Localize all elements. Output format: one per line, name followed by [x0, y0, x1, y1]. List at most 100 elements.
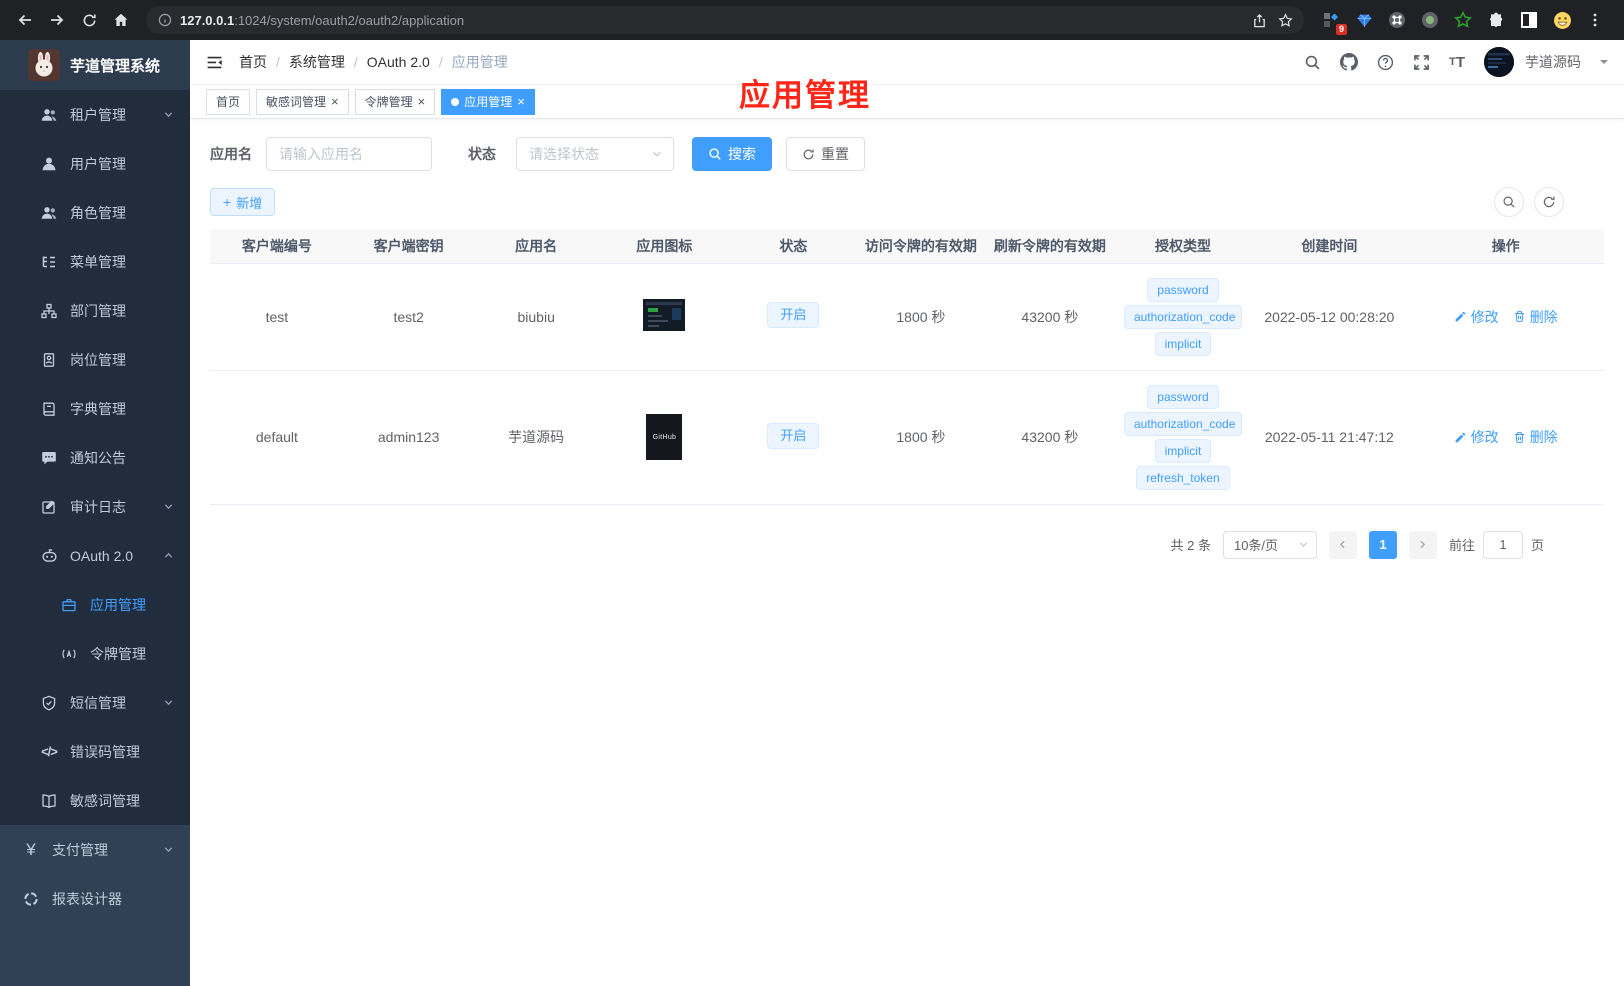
- sidebar-item-sms[interactable]: 短信管理: [0, 678, 190, 727]
- sidebar-item-label: 支付管理: [52, 841, 108, 858]
- gem-extension-icon[interactable]: [1353, 9, 1375, 31]
- chevron-down-icon: [163, 697, 174, 708]
- command-extension-icon[interactable]: [1386, 9, 1408, 31]
- cell-refresh-ttl: 43200 秒: [985, 263, 1115, 371]
- refresh-table-button[interactable]: [1534, 187, 1564, 217]
- browser-home-button[interactable]: [106, 5, 136, 35]
- delete-label: 删除: [1529, 429, 1558, 445]
- sidebar-item-tenant[interactable]: 租户管理: [0, 90, 190, 139]
- extensions-puzzle-icon[interactable]: [1485, 9, 1507, 31]
- edit-button[interactable]: 修改: [1454, 427, 1499, 447]
- sidebar-item-oauth-application[interactable]: 应用管理: [0, 580, 190, 629]
- site-info-icon[interactable]: [158, 13, 172, 27]
- grant-type-tag: password: [1147, 384, 1219, 409]
- breadcrumb-system[interactable]: 系统管理: [289, 52, 345, 72]
- tab-application[interactable]: 应用管理 ×: [441, 88, 535, 115]
- header-search-icon[interactable]: [1304, 54, 1321, 71]
- star-extension-icon[interactable]: [1452, 9, 1474, 31]
- delete-button[interactable]: 删除: [1513, 427, 1558, 447]
- goto-page-input[interactable]: [1482, 530, 1523, 559]
- tab-sensitive-word[interactable]: 敏感词管理 ×: [256, 88, 349, 115]
- page-size-select[interactable]: 10条/页: [1222, 530, 1317, 559]
- browser-reload-button[interactable]: [74, 5, 104, 35]
- breadcrumb-separator: /: [438, 54, 443, 70]
- col-app-icon: 应用图标: [598, 229, 730, 264]
- edit-button[interactable]: 修改: [1454, 307, 1499, 327]
- breadcrumb-home[interactable]: 首页: [239, 52, 267, 72]
- col-client-secret: 客户端密钥: [343, 229, 474, 264]
- red-annotation-text: 应用管理: [739, 78, 871, 113]
- sidebar-item-label: 应用管理: [90, 596, 146, 613]
- emoji-extension-icon[interactable]: [1551, 9, 1573, 31]
- tab-home[interactable]: 首页: [206, 88, 251, 115]
- sidebar-item-errcode[interactable]: </> 错误码管理: [0, 727, 190, 776]
- font-size-icon[interactable]: TT: [1449, 55, 1465, 70]
- user-avatar[interactable]: [1484, 47, 1514, 77]
- grant-type-tag: implicit: [1154, 331, 1212, 356]
- browser-menu-icon[interactable]: [1584, 9, 1606, 31]
- reset-label: 重置: [821, 146, 849, 162]
- sidebar-item-notice[interactable]: 通知公告: [0, 433, 190, 482]
- sidebar-item-menu[interactable]: 菜单管理: [0, 237, 190, 286]
- sidebar-item-audit-log[interactable]: 审计日志: [0, 482, 190, 531]
- tab-close-icon[interactable]: ×: [331, 95, 339, 108]
- app-name-input[interactable]: [266, 137, 432, 171]
- record-extension-icon[interactable]: [1419, 9, 1441, 31]
- sidebar-item-role[interactable]: 角色管理: [0, 188, 190, 237]
- browser-back-button[interactable]: [10, 5, 40, 35]
- logo[interactable]: 芋道管理系统: [0, 40, 190, 90]
- status-tag[interactable]: 开启: [767, 422, 820, 449]
- prev-page-button[interactable]: [1328, 530, 1357, 559]
- browser-forward-button[interactable]: [42, 5, 72, 35]
- github-icon[interactable]: [1340, 53, 1359, 71]
- adblock-extension-icon[interactable]: 9: [1320, 9, 1347, 35]
- next-page-button[interactable]: [1408, 530, 1437, 559]
- open-book-icon: [40, 793, 58, 809]
- bookmark-star-icon[interactable]: [1272, 7, 1298, 33]
- status-tag[interactable]: 开启: [767, 302, 820, 328]
- badge-icon: [40, 352, 58, 368]
- sidebar-menu: 租户管理 用户管理 角色管理 菜单管理 部门管理 岗位管理 字典管理 通知公告 …: [0, 90, 190, 986]
- sidebar-item-pay[interactable]: ¥ 支付管理: [0, 825, 190, 874]
- col-access-ttl: 访问令牌的有效期: [856, 229, 986, 264]
- sidebar-item-oauth[interactable]: OAuth 2.0: [0, 531, 190, 580]
- help-icon[interactable]: [1377, 54, 1394, 71]
- tab-close-icon[interactable]: ×: [418, 95, 426, 108]
- sidebar-item-user[interactable]: 用户管理: [0, 139, 190, 188]
- reset-button[interactable]: 重置: [786, 137, 865, 171]
- username[interactable]: 芋道源码: [1525, 52, 1581, 72]
- page-number-button[interactable]: 1: [1368, 530, 1397, 559]
- active-dot: [451, 97, 460, 106]
- tab-close-icon[interactable]: ×: [517, 95, 525, 108]
- sidebar-fold-icon[interactable]: [206, 54, 223, 71]
- status-label: 状态: [468, 146, 496, 162]
- share-icon[interactable]: [1246, 7, 1272, 33]
- add-button[interactable]: + 新增: [210, 188, 276, 216]
- table-row: test test2 biubiu 开启 1800 秒 43200 秒 pass…: [210, 263, 1604, 371]
- sidebar-item-report-designer[interactable]: 报表设计器: [0, 874, 190, 923]
- dark-mode-extension-icon[interactable]: [1518, 9, 1540, 31]
- browser-chrome: 127.0.0.1:1024/system/oauth2/oauth2/appl…: [0, 0, 1624, 40]
- sidebar-item-dept[interactable]: 部门管理: [0, 286, 190, 335]
- address-bar[interactable]: 127.0.0.1:1024/system/oauth2/oauth2/appl…: [146, 6, 1304, 34]
- tab-label: 应用管理: [464, 95, 513, 109]
- sidebar-item-dict[interactable]: 字典管理: [0, 384, 190, 433]
- toggle-search-button[interactable]: [1494, 187, 1524, 217]
- tab-token[interactable]: 令牌管理 ×: [354, 88, 436, 115]
- toolbar-right: [1494, 187, 1564, 217]
- chevron-down-icon: [163, 844, 174, 855]
- delete-button[interactable]: 删除: [1513, 307, 1558, 327]
- breadcrumb-oauth[interactable]: OAuth 2.0: [367, 54, 430, 70]
- sidebar-item-oauth-token[interactable]: 令牌管理: [0, 629, 190, 678]
- message-icon: [40, 450, 58, 466]
- search-button[interactable]: 搜索: [692, 137, 772, 171]
- edit-icon: [1455, 311, 1465, 322]
- sidebar-item-sensitive-word[interactable]: 敏感词管理: [0, 776, 190, 825]
- sidebar-item-post[interactable]: 岗位管理: [0, 335, 190, 384]
- table-row: default admin123 芋道源码 GitHub 开启 1800 秒 4…: [210, 370, 1604, 505]
- user-caret-down-icon[interactable]: [1600, 60, 1608, 68]
- fullscreen-icon[interactable]: [1413, 54, 1430, 71]
- grant-type-tag: authorization_code: [1123, 304, 1242, 329]
- status-select[interactable]: 请选择状态: [516, 137, 674, 171]
- cell-refresh-ttl: 43200 秒: [985, 370, 1115, 505]
